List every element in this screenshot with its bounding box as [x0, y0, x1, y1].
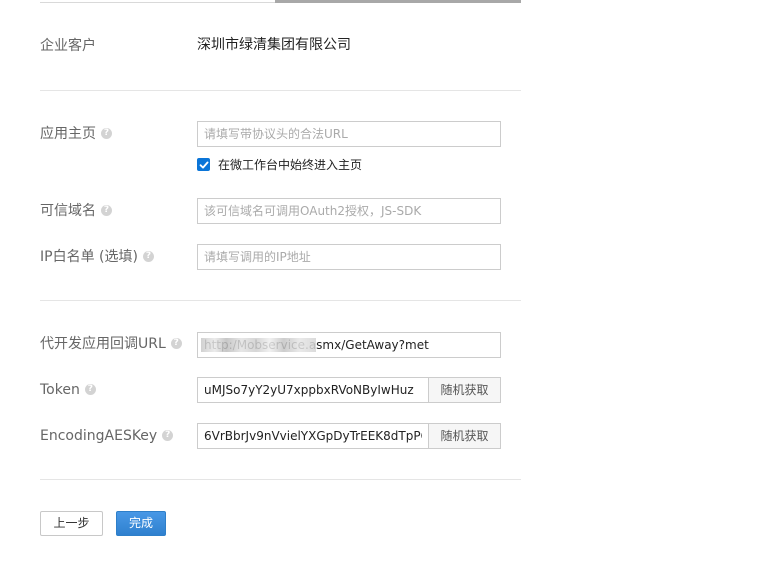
- token-random-button[interactable]: 随机获取: [428, 377, 501, 403]
- help-icon[interactable]: ?: [101, 204, 112, 216]
- aes-key-label: EncodingAESKey?: [40, 426, 174, 446]
- section-divider: [40, 90, 521, 91]
- ip-whitelist-label: IP白名单 (选填)?: [40, 247, 154, 267]
- section-divider: [40, 300, 521, 301]
- ip-whitelist-input[interactable]: [197, 244, 501, 270]
- top-tab-strip: [40, 0, 521, 3]
- enterprise-name: 深圳市绿清集团有限公司: [197, 37, 351, 53]
- aes-key-input-group: 随机获取: [197, 423, 501, 449]
- token-input-group: 随机获取: [197, 377, 501, 403]
- token-input[interactable]: [197, 377, 428, 403]
- tab-strip-inactive: [40, 0, 275, 3]
- section-divider: [40, 479, 521, 480]
- token-label: Token?: [40, 380, 96, 400]
- homepage-url-input[interactable]: [197, 121, 501, 147]
- help-icon[interactable]: ?: [162, 429, 174, 441]
- help-icon[interactable]: ?: [84, 383, 96, 395]
- redacted-overlay: [201, 338, 316, 352]
- app-config-page: 企业客户 深圳市绿清集团有限公司 应用主页? 在微工作台中始终进入主页 可信域名…: [0, 0, 772, 565]
- callback-url-label: 代开发应用回调URL?: [40, 334, 182, 354]
- help-icon[interactable]: ?: [142, 250, 154, 262]
- trusted-domain-label: 可信域名?: [40, 201, 112, 221]
- checkbox-label: 在微工作台中始终进入主页: [218, 158, 363, 172]
- aes-key-random-button[interactable]: 随机获取: [428, 423, 501, 449]
- prev-step-button[interactable]: 上一步: [40, 511, 103, 536]
- checkbox-checked-icon[interactable]: [197, 158, 210, 171]
- aes-key-input[interactable]: [197, 423, 428, 449]
- help-icon[interactable]: ?: [170, 337, 182, 349]
- homepage-label: 应用主页?: [40, 124, 112, 144]
- done-button[interactable]: 完成: [116, 511, 166, 536]
- homepage-checkbox-row[interactable]: 在微工作台中始终进入主页: [197, 156, 362, 173]
- trusted-domain-input[interactable]: [197, 198, 501, 224]
- enterprise-label: 企业客户: [40, 38, 96, 54]
- tab-strip-active: [275, 0, 521, 3]
- help-icon[interactable]: ?: [101, 127, 112, 139]
